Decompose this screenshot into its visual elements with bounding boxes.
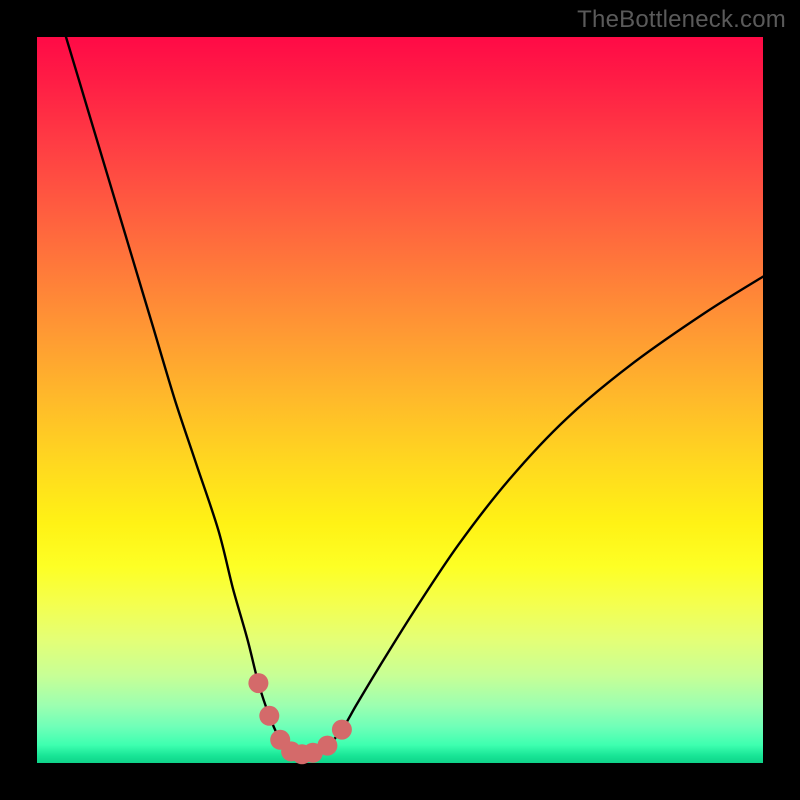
chart-svg	[37, 37, 763, 763]
optimal-marker	[332, 720, 352, 740]
optimal-marker	[248, 673, 268, 693]
watermark-text: TheBottleneck.com	[577, 6, 786, 34]
optimal-marker	[259, 706, 279, 726]
optimal-marker	[317, 736, 337, 756]
optimal-region-markers	[248, 673, 352, 764]
bottleneck-curve	[66, 37, 763, 754]
outer-frame: TheBottleneck.com	[0, 0, 800, 800]
